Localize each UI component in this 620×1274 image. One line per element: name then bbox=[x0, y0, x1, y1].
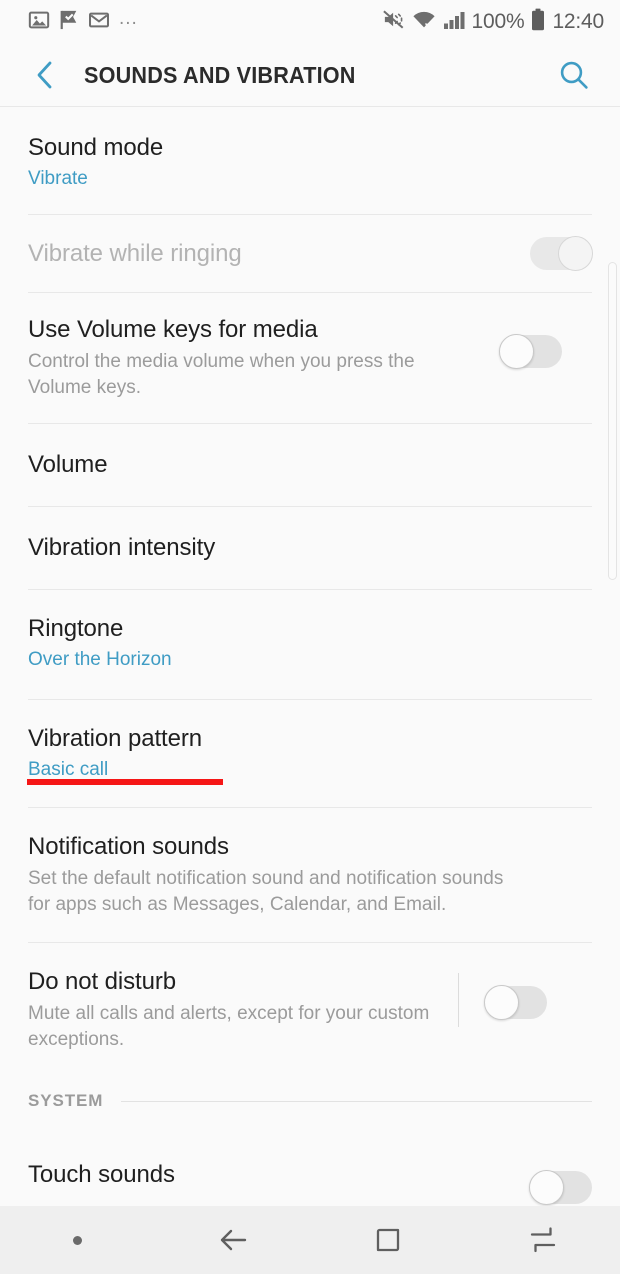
clock-label: 12:40 bbox=[552, 10, 604, 33]
phone-screen: ... 100% 12:40 SOUNDS AND VIBRATION Soun… bbox=[0, 0, 620, 1274]
page-title: SOUNDS AND VIBRATION bbox=[84, 61, 356, 88]
row-title: Use Volume keys for media bbox=[28, 316, 318, 343]
app-bar: SOUNDS AND VIBRATION bbox=[0, 44, 620, 107]
row-title: Notification sounds bbox=[28, 833, 229, 860]
do-not-disturb-toggle[interactable] bbox=[484, 984, 547, 1020]
row-title: Ringtone bbox=[28, 615, 124, 642]
row-text: Touch sounds bbox=[28, 1160, 510, 1190]
row-text: Sound mode Vibrate bbox=[28, 133, 592, 192]
section-header-system: SYSTEM bbox=[0, 1075, 620, 1127]
row-value: Vibrate bbox=[28, 168, 88, 189]
scrollbar-thumb[interactable] bbox=[608, 262, 617, 580]
dot-indicator-icon bbox=[73, 1235, 82, 1245]
navigation-bar bbox=[0, 1206, 620, 1274]
setting-row-vibrate-while-ringing[interactable]: Vibrate while ringing bbox=[0, 215, 620, 292]
nav-dot-slot bbox=[0, 1206, 155, 1274]
image-icon bbox=[28, 9, 50, 36]
row-text: Volume bbox=[28, 450, 592, 480]
battery-percent-label: 100% bbox=[471, 10, 525, 33]
status-bar-system-icons: 100% 12:40 bbox=[382, 8, 604, 36]
nav-back-button[interactable] bbox=[155, 1206, 310, 1274]
status-overflow-icon: ... bbox=[119, 7, 138, 29]
setting-row-use-volume-keys-for-media[interactable]: Use Volume keys for media Control the me… bbox=[0, 293, 620, 423]
signal-bars-icon bbox=[443, 10, 465, 35]
row-title: Vibration intensity bbox=[28, 534, 216, 561]
row-text: Use Volume keys for media Control the me… bbox=[28, 315, 480, 401]
toggle-knob bbox=[529, 1170, 564, 1205]
toggle-knob bbox=[484, 984, 519, 1020]
setting-row-vibration-intensity[interactable]: Vibration intensity bbox=[0, 507, 620, 589]
toggle-wrap bbox=[458, 967, 547, 1033]
row-text: Vibration intensity bbox=[28, 533, 592, 563]
row-text: Do not disturb Mute all calls and alerts… bbox=[28, 967, 458, 1053]
status-bar: ... 100% 12:40 bbox=[0, 0, 620, 44]
section-rule bbox=[121, 1100, 592, 1102]
section-label: SYSTEM bbox=[28, 1091, 104, 1110]
home-nav-icon bbox=[376, 1228, 399, 1252]
touch-sounds-toggle[interactable] bbox=[529, 1170, 592, 1205]
back-button[interactable] bbox=[28, 58, 62, 92]
ringtone-annotation-underline bbox=[27, 779, 223, 785]
row-title: Touch sounds bbox=[28, 1160, 175, 1188]
toggle-knob bbox=[499, 334, 534, 369]
setting-row-sound-mode[interactable]: Sound mode Vibrate bbox=[0, 107, 620, 214]
vibrate-while-ringing-toggle[interactable] bbox=[530, 236, 593, 271]
nav-home-button[interactable] bbox=[310, 1206, 465, 1274]
mute-vibrate-icon bbox=[382, 8, 405, 36]
wifi-icon bbox=[412, 9, 436, 36]
use-volume-keys-toggle[interactable] bbox=[499, 334, 562, 369]
row-description: Control the media volume when you press … bbox=[28, 351, 415, 398]
search-icon[interactable] bbox=[554, 55, 594, 95]
row-text: Vibration pattern Basic call bbox=[28, 724, 592, 783]
row-text: Notification sounds Set the default noti… bbox=[28, 832, 528, 918]
setting-row-touch-sounds[interactable]: Touch sounds bbox=[0, 1127, 620, 1206]
toggle-wrap bbox=[510, 1145, 592, 1205]
status-bar-notification-icons: ... bbox=[28, 9, 138, 36]
nav-recents-button[interactable] bbox=[465, 1206, 620, 1274]
toggle-wrap bbox=[480, 315, 562, 369]
row-description: Set the default notification sound and n… bbox=[28, 868, 504, 915]
recents-nav-icon bbox=[530, 1227, 555, 1253]
row-title: Vibration pattern bbox=[28, 725, 202, 752]
row-title: Do not disturb bbox=[28, 968, 177, 995]
email-icon bbox=[88, 9, 110, 36]
row-title: Vibrate while ringing bbox=[28, 239, 242, 267]
row-title: Sound mode bbox=[28, 134, 164, 161]
setting-row-volume[interactable]: Volume bbox=[0, 424, 620, 506]
row-text: Ringtone Over the Horizon bbox=[28, 614, 592, 673]
flag-check-icon bbox=[59, 9, 79, 36]
toggle-knob bbox=[558, 236, 593, 271]
row-value: Over the Horizon bbox=[28, 649, 172, 670]
setting-row-vibration-pattern[interactable]: Vibration pattern Basic call bbox=[0, 700, 620, 807]
row-title: Volume bbox=[28, 451, 108, 478]
battery-icon bbox=[531, 8, 545, 36]
toggle-separator bbox=[458, 973, 459, 1027]
row-text: Vibrate while ringing bbox=[28, 239, 510, 269]
setting-row-do-not-disturb[interactable]: Do not disturb Mute all calls and alerts… bbox=[0, 943, 620, 1075]
settings-list[interactable]: Sound mode Vibrate Vibrate while ringing… bbox=[0, 107, 620, 1206]
back-nav-icon bbox=[220, 1229, 246, 1251]
setting-row-notification-sounds[interactable]: Notification sounds Set the default noti… bbox=[0, 808, 620, 942]
setting-row-ringtone[interactable]: Ringtone Over the Horizon bbox=[0, 590, 620, 699]
row-description: Mute all calls and alerts, except for yo… bbox=[28, 1003, 430, 1050]
toggle-wrap bbox=[510, 236, 593, 271]
